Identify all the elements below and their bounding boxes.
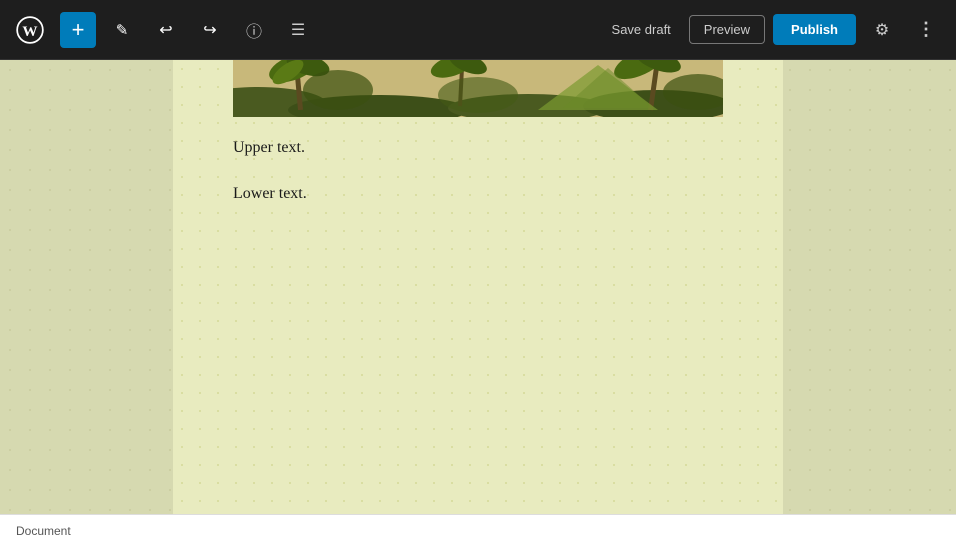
redo-icon: ↪: [203, 20, 216, 40]
settings-button[interactable]: ⚙: [864, 12, 900, 48]
add-block-button[interactable]: [60, 12, 96, 48]
pen-icon: ✎: [116, 21, 129, 39]
status-bar: Document: [0, 514, 956, 546]
editor-area: Upper text. Lower text.: [0, 60, 956, 514]
list-icon: ☰: [291, 20, 305, 40]
undo-icon: ↩: [159, 20, 172, 40]
toolbar-right: Save draft Preview Publish ⚙ ⋮: [602, 12, 944, 48]
more-options-button[interactable]: ⋮: [908, 12, 944, 48]
save-draft-button[interactable]: Save draft: [602, 16, 681, 43]
text-content: Upper text. Lower text.: [233, 135, 723, 206]
wp-logo[interactable]: W: [12, 12, 48, 48]
undo-button[interactable]: ↩: [148, 12, 184, 48]
redo-button[interactable]: ↪: [192, 12, 228, 48]
image-block[interactable]: [233, 60, 723, 117]
more-icon: ⋮: [917, 19, 935, 40]
toolbar: W ✎ ↩ ↪ ⓘ ☰ Save draft Preview Publish ⚙…: [0, 0, 956, 60]
info-icon: ⓘ: [246, 18, 262, 42]
lower-text[interactable]: Lower text.: [233, 181, 723, 207]
plus-icon: [72, 17, 85, 43]
document-label: Document: [16, 524, 71, 538]
editor-canvas: Upper text. Lower text.: [173, 60, 783, 514]
gear-icon: ⚙: [875, 20, 889, 40]
publish-button[interactable]: Publish: [773, 14, 856, 45]
upper-text[interactable]: Upper text.: [233, 135, 723, 161]
preview-button[interactable]: Preview: [689, 15, 765, 44]
svg-text:W: W: [22, 22, 37, 39]
list-view-button[interactable]: ☰: [280, 12, 316, 48]
edit-button[interactable]: ✎: [104, 12, 140, 48]
info-button[interactable]: ⓘ: [236, 12, 272, 48]
